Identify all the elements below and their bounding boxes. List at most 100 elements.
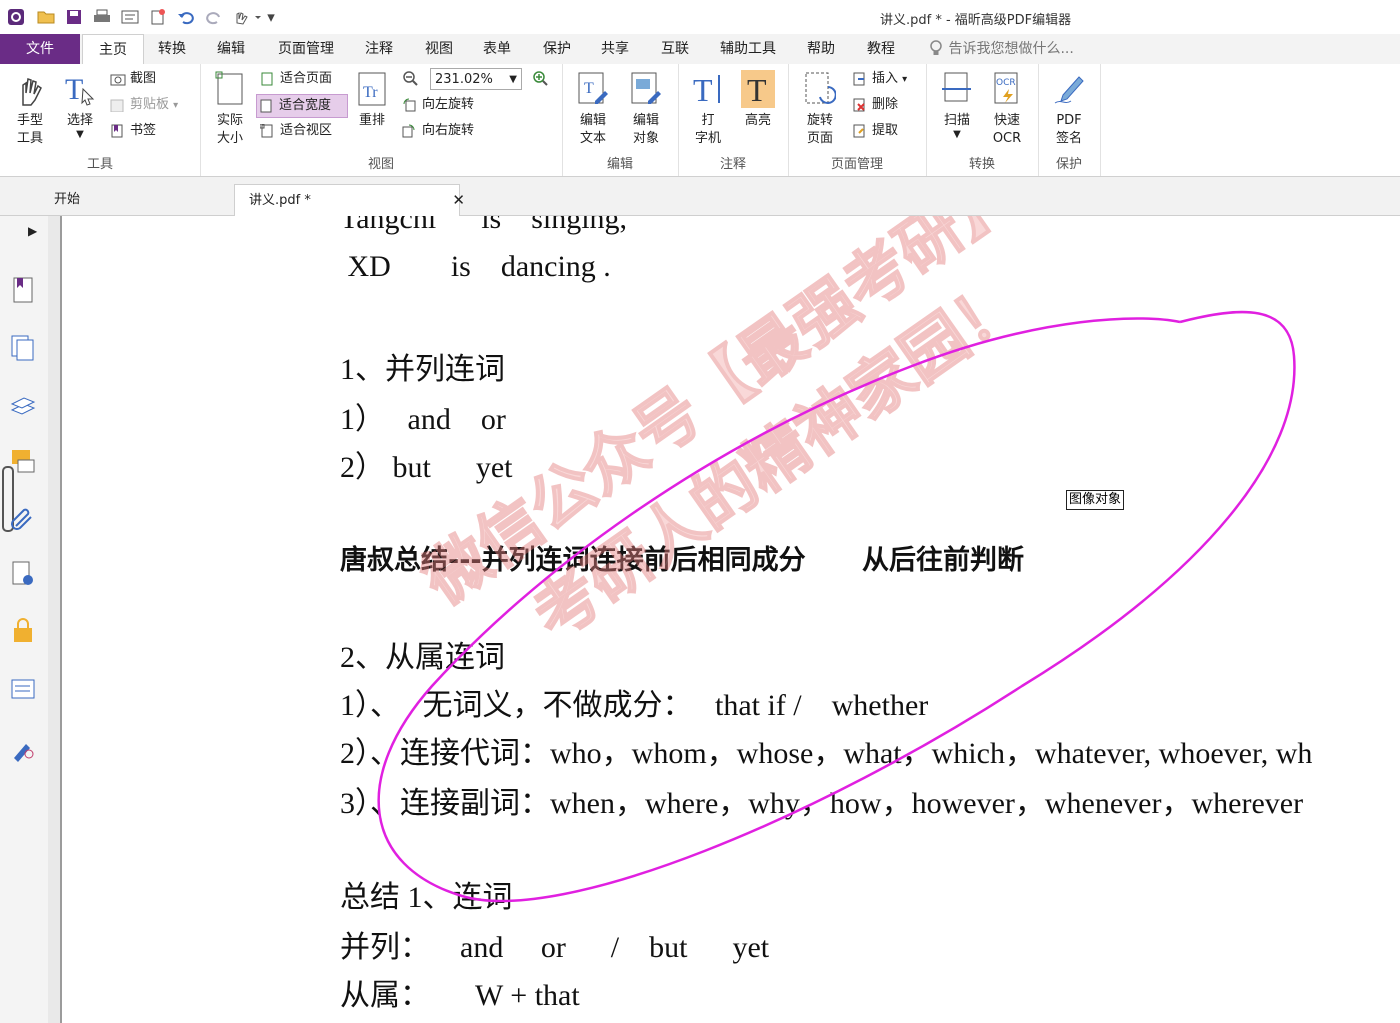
- title-bar: ▾ 讲义.pdf * - 福昕高级PDF编辑器: [0, 0, 1400, 34]
- zoom-select[interactable]: 231.02% ▼: [430, 68, 522, 90]
- left-navigation-panel: ▶: [0, 216, 49, 1023]
- delete-button[interactable]: 删除: [850, 94, 898, 116]
- scan-label: 扫描: [943, 113, 970, 128]
- fit-area-button[interactable]: 适合视区: [258, 120, 332, 142]
- quick-ocr-button[interactable]: OCR 快速 OCR: [984, 70, 1030, 148]
- redo-icon[interactable]: [204, 7, 224, 27]
- ink-annotation[interactable]: [62, 216, 1400, 1023]
- fit-width-icon: [259, 99, 273, 113]
- group-comment: T 打 字机 T 高亮 注释: [678, 64, 789, 176]
- tab-form[interactable]: 表单: [476, 34, 518, 64]
- tab-view[interactable]: 视图: [418, 34, 460, 64]
- rotate-right-button[interactable]: 向右旋转: [400, 120, 474, 142]
- highlight-button[interactable]: T 高亮: [736, 70, 780, 130]
- group-tools: 手型 工具 T 选择 ▼ 截图 剪贴板 ▾ 书签 工具: [0, 64, 201, 176]
- svg-text:T: T: [584, 80, 594, 97]
- open-icon[interactable]: [36, 7, 56, 27]
- tell-me-search[interactable]: 告诉我您想做什么...: [928, 34, 1074, 64]
- panel-splitter[interactable]: [48, 216, 62, 1023]
- screenshot-label: 截图: [130, 71, 157, 86]
- edit-text-button[interactable]: T 编辑 文本: [570, 70, 616, 148]
- form-fields-panel-icon[interactable]: [10, 676, 36, 704]
- hand-tool-dropdown-icon[interactable]: [232, 7, 264, 27]
- select-dropdown-icon[interactable]: ▼: [58, 130, 102, 140]
- insert-page-icon: [852, 72, 866, 86]
- rotate-left-button[interactable]: 向左旋转: [400, 94, 474, 116]
- security-panel-icon[interactable]: [10, 616, 36, 644]
- extract-page-icon: [852, 124, 866, 138]
- rotate-pages-button[interactable]: 旋转 页面: [796, 70, 844, 148]
- tab-share[interactable]: 共享: [594, 34, 636, 64]
- clipboard-label: 剪贴板: [130, 97, 170, 112]
- tab-comment[interactable]: 注释: [358, 34, 400, 64]
- fit-page-button[interactable]: 适合页面: [258, 68, 332, 90]
- menu-bar: 文件 主页 转换 编辑 页面管理 注释 视图 表单 保护 共享 互联 辅助工具 …: [0, 34, 1400, 65]
- edit-text-icon: T: [576, 70, 610, 108]
- bookmark-button[interactable]: 书签: [108, 120, 156, 142]
- tab-home[interactable]: 主页: [82, 34, 144, 65]
- reflow-label: 重排: [358, 113, 385, 128]
- tab-page-management[interactable]: 页面管理: [270, 34, 342, 64]
- clipboard-icon: [110, 98, 124, 113]
- group-comment-label: 注释: [719, 157, 746, 172]
- tell-me-text: 告诉我您想做什么...: [948, 41, 1074, 57]
- rotate-right-icon: [402, 124, 416, 138]
- tab-connect[interactable]: 互联: [654, 34, 696, 64]
- group-tools-label: 工具: [86, 157, 113, 172]
- lightbulb-icon: [928, 40, 948, 57]
- tab-protect[interactable]: 保护: [536, 34, 578, 64]
- pdf-sign-button[interactable]: PDF 签名: [1046, 70, 1092, 148]
- bookmarks-panel-icon[interactable]: [10, 276, 36, 304]
- typewriter-icon: T: [691, 70, 725, 108]
- accessibility-panel-icon[interactable]: [10, 734, 36, 762]
- window-title: 讲义.pdf * - 福昕高级PDF编辑器: [880, 13, 1072, 28]
- tab-document[interactable]: 讲义.pdf * ✕: [234, 184, 465, 216]
- delete-label: 删除: [872, 97, 899, 112]
- insert-label: 插入: [872, 71, 899, 86]
- clipboard-button[interactable]: 剪贴板 ▾: [108, 94, 178, 116]
- print-icon[interactable]: [92, 7, 112, 27]
- rotate-left-label: 向左旋转: [422, 97, 475, 112]
- insert-button[interactable]: 插入 ▾: [850, 68, 907, 90]
- actual-size-icon: [213, 70, 247, 108]
- hand-tool-button[interactable]: 手型 工具: [8, 70, 52, 148]
- signatures-panel-icon[interactable]: [10, 560, 36, 588]
- fit-width-button[interactable]: 适合宽度: [256, 94, 348, 118]
- close-tab-icon[interactable]: ✕: [452, 185, 465, 216]
- zoom-out-icon[interactable]: [402, 70, 418, 86]
- tab-document-label: 讲义.pdf *: [249, 193, 311, 208]
- save-icon[interactable]: [64, 7, 84, 27]
- typewriter-button[interactable]: T 打 字机: [686, 70, 730, 148]
- layers-panel-icon[interactable]: [10, 392, 36, 420]
- reflow-button[interactable]: Tr 重排: [352, 70, 392, 130]
- attachments-panel-icon[interactable]: [10, 504, 36, 532]
- customize-icon[interactable]: ▾: [266, 7, 276, 27]
- tab-edit[interactable]: 编辑: [210, 34, 252, 64]
- tab-start[interactable]: 开始: [40, 184, 230, 215]
- undo-icon[interactable]: [176, 7, 196, 27]
- image-object-tooltip: 图像对象: [1066, 490, 1125, 510]
- pages-panel-icon[interactable]: [10, 334, 36, 362]
- tab-tutorial[interactable]: 教程: [860, 34, 902, 64]
- screenshot-button[interactable]: 截图: [108, 68, 156, 90]
- rotate-pages-label: 旋转 页面: [806, 113, 833, 146]
- ocr-icon: OCR: [990, 70, 1024, 108]
- actual-size-button[interactable]: 实际 大小: [208, 70, 252, 148]
- tab-accessibility[interactable]: 辅助工具: [712, 34, 784, 64]
- extract-label: 提取: [872, 123, 899, 138]
- tab-convert[interactable]: 转换: [152, 34, 192, 64]
- extract-button[interactable]: 提取: [850, 120, 898, 142]
- properties-icon[interactable]: [120, 7, 140, 27]
- select-tool-button[interactable]: T 选择 ▼: [58, 70, 102, 140]
- group-view-label: 视图: [367, 157, 394, 172]
- zoom-in-icon[interactable]: [532, 70, 548, 86]
- fit-area-icon: [259, 123, 274, 138]
- scan-dropdown-icon[interactable]: ▼: [934, 130, 980, 140]
- new-icon[interactable]: [148, 7, 168, 27]
- scan-button[interactable]: 扫描 ▼: [934, 70, 980, 140]
- tab-file[interactable]: 文件: [0, 34, 80, 64]
- zoom-dropdown-icon: ▼: [509, 74, 517, 85]
- expand-panel-icon[interactable]: ▶: [28, 224, 37, 238]
- tab-help[interactable]: 帮助: [800, 34, 842, 64]
- edit-object-button[interactable]: 编辑 对象: [620, 70, 672, 148]
